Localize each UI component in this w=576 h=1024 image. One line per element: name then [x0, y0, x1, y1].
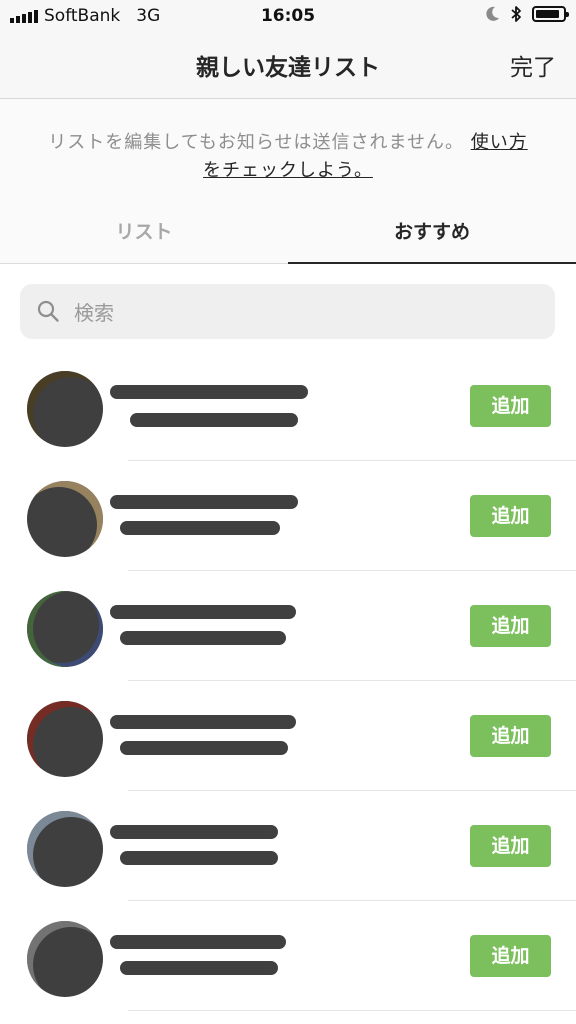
- search-icon: [37, 300, 59, 322]
- redacted-fullname: [120, 851, 278, 865]
- search-box[interactable]: [20, 284, 555, 341]
- search-input[interactable]: [72, 284, 546, 341]
- battery-icon: [532, 6, 569, 22]
- battery-fill: [536, 10, 559, 18]
- notice-text-container: リストを編集してもお知らせは送信されません。 使い方をチェックしよう。: [40, 129, 536, 185]
- moon-icon: [486, 6, 499, 21]
- list-item: 追加: [0, 901, 576, 1011]
- list-item: 追加: [0, 351, 576, 461]
- redacted-fullname: [120, 521, 280, 535]
- redacted-username: [110, 495, 298, 509]
- redacted-fullname: [120, 631, 286, 645]
- status-bar: SoftBank 3G 16:05: [0, 0, 576, 34]
- redacted-username: [110, 935, 286, 949]
- redacted-username: [110, 605, 296, 619]
- redacted-username: [110, 825, 278, 839]
- add-button[interactable]: 追加: [470, 385, 551, 427]
- redacted-fullname: [120, 961, 278, 975]
- add-button[interactable]: 追加: [470, 495, 551, 537]
- avatar[interactable]: [27, 701, 103, 777]
- notice-text: リストを編集してもお知らせは送信されません。: [48, 132, 464, 153]
- avatar[interactable]: [27, 371, 103, 447]
- tab-list[interactable]: リスト: [0, 199, 288, 263]
- redacted-username: [110, 385, 308, 399]
- avatar[interactable]: [27, 481, 103, 557]
- suggestion-list: 追加 追加 追加 追加 追加 追加: [0, 351, 576, 1011]
- avatar[interactable]: [27, 591, 103, 667]
- notice-banner: リストを編集してもお知らせは送信されません。 使い方をチェックしよう。: [0, 99, 576, 199]
- list-item: 追加: [0, 791, 576, 901]
- bluetooth-icon: [511, 6, 521, 22]
- avatar[interactable]: [27, 921, 103, 997]
- status-right: [486, 5, 569, 23]
- redacted-fullname: [120, 741, 288, 755]
- list-item: 追加: [0, 681, 576, 791]
- add-button[interactable]: 追加: [470, 935, 551, 977]
- add-button[interactable]: 追加: [470, 715, 551, 757]
- avatar[interactable]: [27, 811, 103, 887]
- redacted-username: [110, 715, 296, 729]
- done-button[interactable]: 完了: [510, 48, 556, 82]
- redacted-fullname: [130, 413, 298, 427]
- active-tab-indicator: [288, 262, 576, 264]
- navigation-bar: 親しい友達リスト 完了: [0, 34, 576, 99]
- row-divider: [128, 1010, 576, 1011]
- tab-bar: リスト おすすめ: [0, 199, 576, 264]
- list-item: 追加: [0, 461, 576, 571]
- add-button[interactable]: 追加: [470, 605, 551, 647]
- add-button[interactable]: 追加: [470, 825, 551, 867]
- tab-recommended[interactable]: おすすめ: [288, 199, 576, 263]
- list-item: 追加: [0, 571, 576, 681]
- page-title: 親しい友達リスト: [196, 55, 380, 81]
